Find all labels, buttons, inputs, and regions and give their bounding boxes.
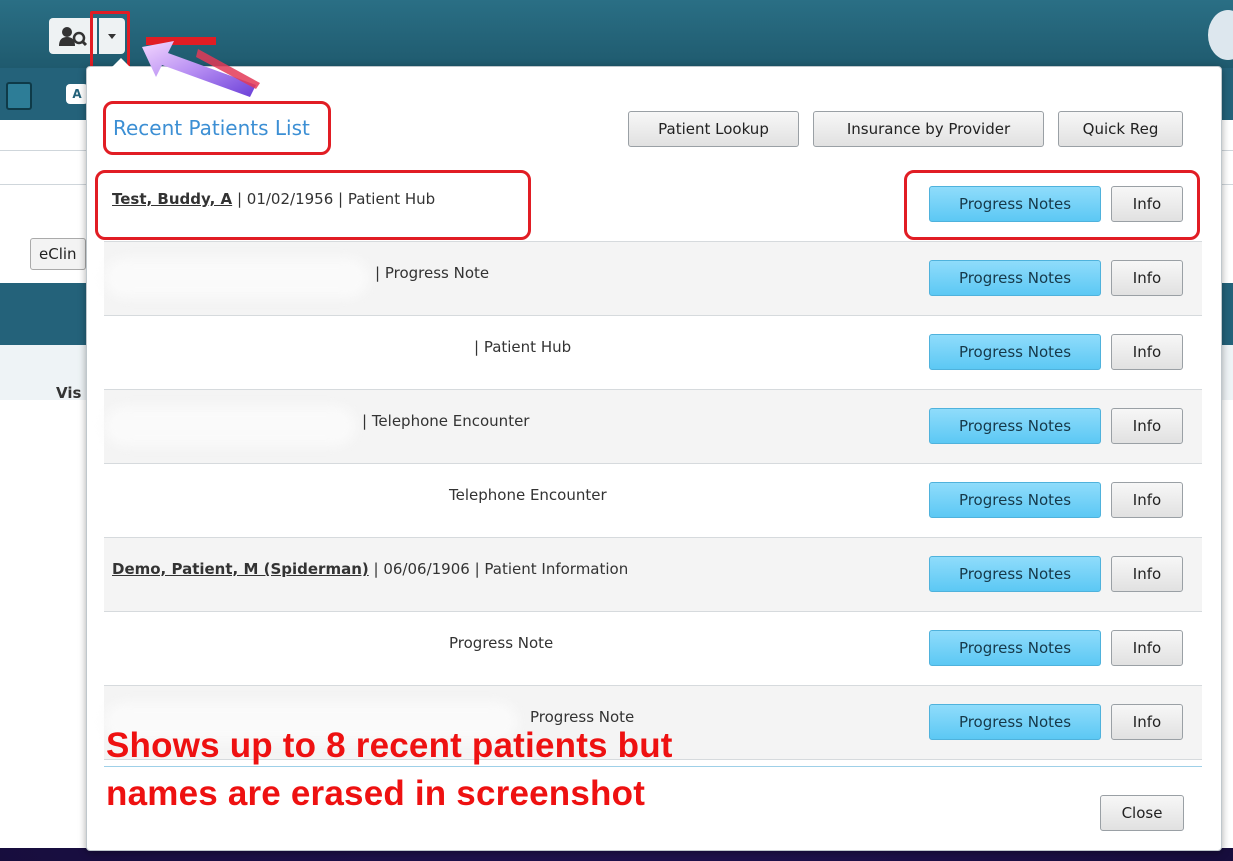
- patient-row: Progress Note Progress Notes Info: [104, 612, 1202, 686]
- row-buttons-highlight-box: [904, 170, 1200, 240]
- close-button[interactable]: Close: [1100, 795, 1184, 831]
- insurance-by-provider-button[interactable]: Insurance by Provider: [813, 111, 1044, 147]
- patient-row: Demo, Patient, M (Spiderman) | 06/06/190…: [104, 538, 1202, 612]
- patient-row: | Progress Note Progress Notes Info: [104, 242, 1202, 316]
- patient-row: | Telephone Encounter Progress Notes Inf…: [104, 390, 1202, 464]
- info-button[interactable]: Info: [1111, 408, 1183, 444]
- calendar-icon[interactable]: [6, 82, 32, 110]
- first-row-highlight-box: [95, 170, 531, 240]
- patient-row: Telephone Encounter Progress Notes Info: [104, 464, 1202, 538]
- info-button[interactable]: Info: [1111, 482, 1183, 518]
- patient-context: Progress Note: [530, 708, 635, 726]
- progress-notes-button[interactable]: Progress Notes: [929, 556, 1101, 592]
- quick-reg-button[interactable]: Quick Reg: [1058, 111, 1183, 147]
- title-highlight-box: [103, 101, 331, 155]
- patient-context: | Telephone Encounter: [362, 412, 530, 430]
- patient-row-text: Demo, Patient, M (Spiderman) | 06/06/190…: [112, 560, 628, 578]
- patient-row: | Patient Hub Progress Notes Info: [104, 316, 1202, 390]
- progress-notes-button[interactable]: Progress Notes: [929, 334, 1101, 370]
- patient-name-link[interactable]: Demo, Patient, M (Spiderman): [112, 560, 369, 578]
- progress-notes-button[interactable]: Progress Notes: [929, 630, 1101, 666]
- popup-divider: [104, 766, 1202, 767]
- info-button[interactable]: Info: [1111, 630, 1183, 666]
- info-button[interactable]: Info: [1111, 334, 1183, 370]
- erased-name: [104, 628, 432, 668]
- progress-notes-button[interactable]: Progress Notes: [929, 482, 1101, 518]
- info-button[interactable]: Info: [1111, 704, 1183, 740]
- patient-search-icon: [59, 27, 88, 47]
- recent-patients-list: Test, Buddy, A | 01/02/1956 | Patient Hu…: [104, 168, 1202, 760]
- eclin-button[interactable]: eClin: [30, 238, 86, 270]
- patient-context: Telephone Encounter: [449, 486, 607, 504]
- annotation-arrow-icon: [142, 37, 260, 97]
- popup-pointer: [112, 58, 130, 67]
- separator: |: [373, 560, 384, 578]
- progress-notes-button[interactable]: Progress Notes: [929, 408, 1101, 444]
- erased-name: [104, 258, 369, 298]
- patient-lookup-button[interactable]: Patient Lookup: [628, 111, 799, 147]
- annotation-line-2: names are erased in screenshot: [106, 774, 646, 813]
- progress-notes-button[interactable]: Progress Notes: [929, 704, 1101, 740]
- erased-name: [104, 406, 356, 446]
- visit-label: Vis: [56, 384, 82, 402]
- progress-notes-button[interactable]: Progress Notes: [929, 260, 1101, 296]
- patient-context: Progress Note: [449, 634, 554, 652]
- erased-name: [104, 480, 432, 520]
- annotation-line-1: Shows up to 8 recent patients but: [106, 726, 673, 765]
- toolbar-a-icon[interactable]: A: [66, 84, 88, 104]
- patient-dob: 06/06/1906: [383, 560, 470, 578]
- patient-context: | Progress Note: [375, 264, 490, 282]
- patient-context: Patient Information: [484, 560, 629, 578]
- erased-name: [104, 332, 466, 372]
- info-button[interactable]: Info: [1111, 260, 1183, 296]
- info-button[interactable]: Info: [1111, 556, 1183, 592]
- separator: |: [469, 560, 485, 578]
- patient-context: | Patient Hub: [474, 338, 572, 356]
